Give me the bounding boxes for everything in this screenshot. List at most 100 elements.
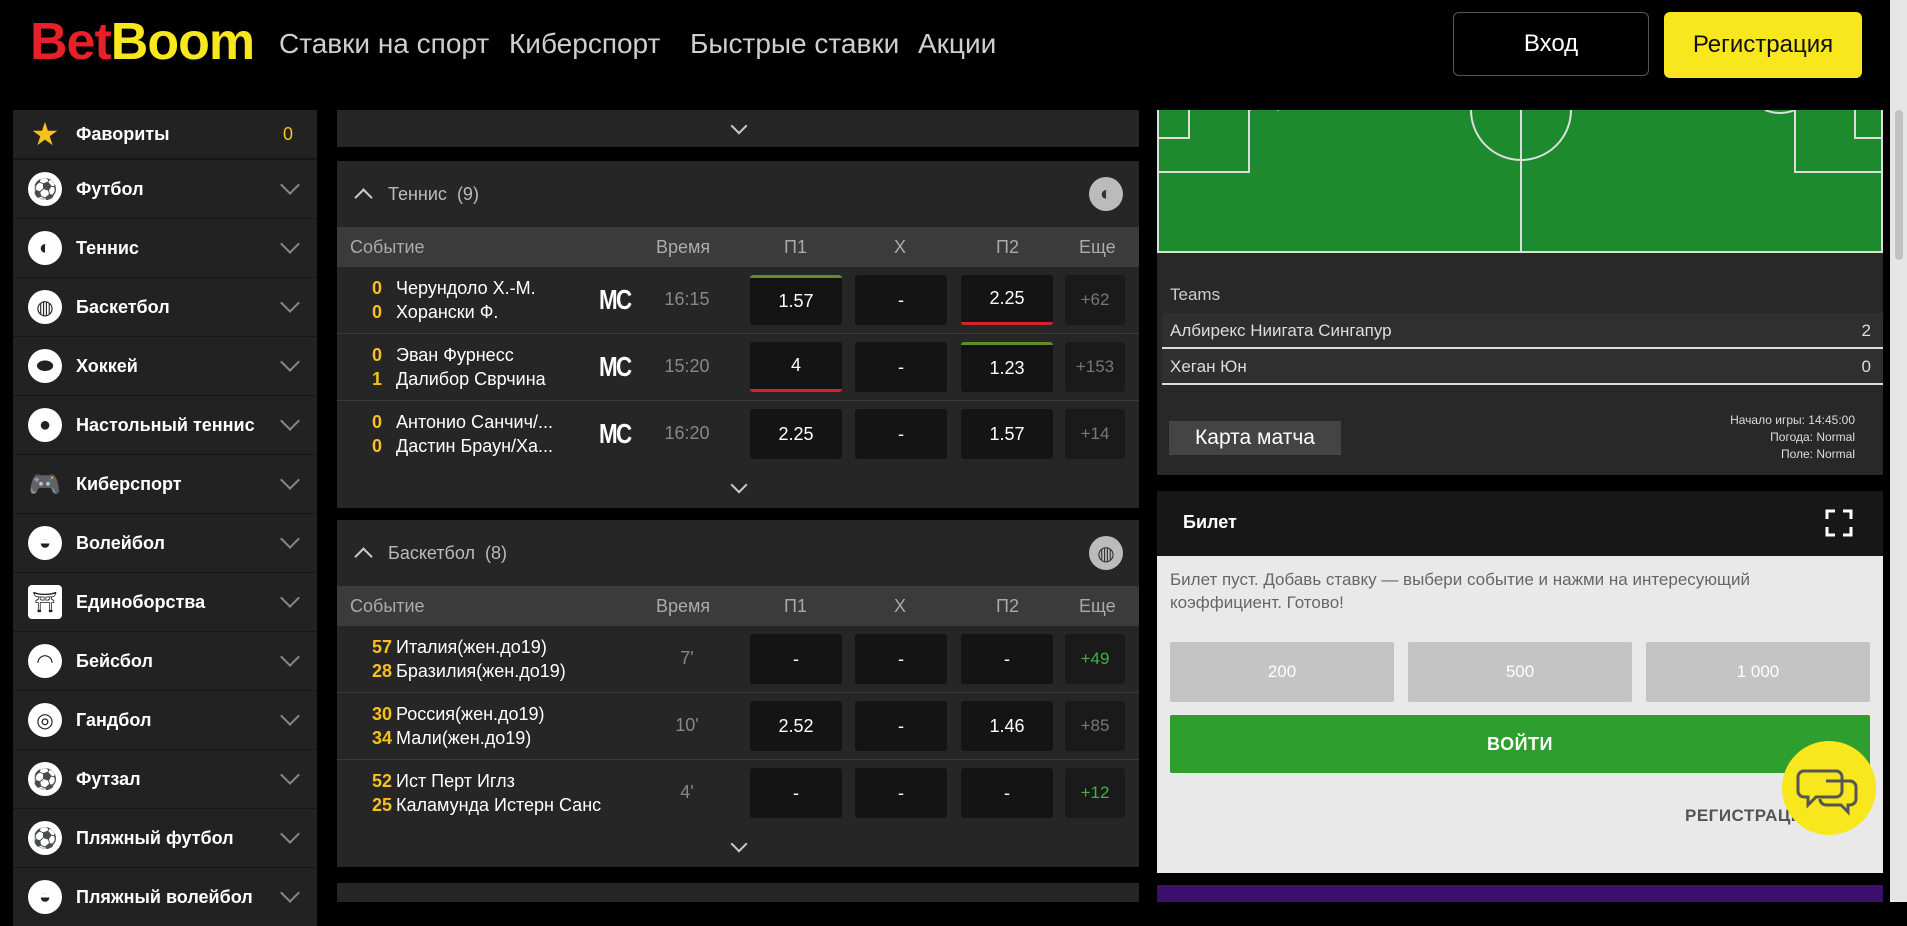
chevron-down-icon [280, 706, 300, 726]
amount-preset-button[interactable]: 200 [1170, 642, 1394, 702]
beach-volleyball-icon: ◒ [28, 880, 62, 914]
sidebar-item-hockey[interactable]: ⬬ Хоккей [13, 337, 317, 395]
futsal-ball-icon: ⚽ [28, 762, 62, 796]
odd-p2[interactable]: 1.46 [961, 701, 1053, 751]
collapse-caret-icon[interactable] [354, 546, 373, 566]
table-row[interactable]: 57 28 Италия(жен.до19) Бразилия(жен.до19… [337, 626, 1139, 693]
amount-preset-button[interactable]: 500 [1408, 642, 1632, 702]
previous-section-footer [337, 110, 1139, 147]
odd-p2[interactable]: 2.25 [961, 275, 1053, 325]
more-markets[interactable]: +85 [1065, 701, 1125, 751]
team-home[interactable]: Ист Перт Иглз [396, 771, 626, 792]
match-map-button[interactable]: Карта матча [1169, 421, 1341, 455]
sidebar-item-basketball[interactable]: ◍ Баскетбол [13, 278, 317, 336]
odd-x[interactable]: - [855, 409, 947, 459]
promo-banner[interactable] [1157, 885, 1883, 902]
more-markets[interactable]: +49 [1065, 634, 1125, 684]
sidebar-item-esports[interactable]: 🎮 Киберспорт [13, 455, 317, 513]
amount-preset-button[interactable]: 1 000 [1646, 642, 1870, 702]
more-markets[interactable]: +153 [1065, 342, 1125, 392]
sidebar-item-label: Бейсбол [76, 650, 153, 671]
odd-x[interactable]: - [855, 768, 947, 818]
gamepad-icon: 🎮 [28, 468, 62, 499]
odd-p2[interactable]: 1.23 [961, 342, 1053, 392]
sidebar-item-favorites[interactable]: ★ Фавориты 0 [13, 110, 317, 158]
team-home[interactable]: Черундоло Х.-М. [396, 278, 596, 299]
betboom-logo[interactable]: BetBoom [30, 12, 255, 72]
odd-p2[interactable]: - [961, 768, 1053, 818]
nav-esports[interactable]: Киберспорт [509, 28, 660, 60]
odd-p1[interactable]: 4 [750, 342, 842, 392]
login-submit-button[interactable]: ВОЙТИ [1170, 715, 1870, 773]
table-row[interactable]: 30 34 Россия(жен.до19) Мали(жен.до19) 10… [337, 693, 1139, 760]
odd-x[interactable]: - [855, 701, 947, 751]
score-away: 0 [372, 302, 383, 322]
more-markets[interactable]: +62 [1065, 275, 1125, 325]
sidebar-item-label: Настольный теннис [76, 414, 255, 435]
sidebar-item-futsal[interactable]: ⚽ Футзал [13, 750, 317, 808]
odd-p1[interactable]: 1.57 [750, 275, 842, 325]
show-more-chevron-icon[interactable] [730, 835, 748, 853]
sidebar-item-beach-volleyball[interactable]: ◒ Пляжный волейбол [13, 868, 317, 926]
nav-sports-betting[interactable]: Ставки на спорт [279, 28, 489, 60]
expand-icon[interactable] [1825, 509, 1853, 537]
beach-soccer-icon: ⚽ [28, 821, 62, 855]
register-button[interactable]: Регистрация [1664, 12, 1862, 78]
nav-fast-bets[interactable]: Быстрые ставки [690, 28, 899, 60]
team-home[interactable]: Россия(жен.до19) [396, 704, 596, 725]
teams-header: Teams [1170, 285, 1221, 304]
login-button[interactable]: Вход [1453, 12, 1649, 76]
collapse-caret-icon[interactable] [354, 187, 373, 207]
table-row[interactable]: 0 0 Антонио Санчич/... Дастин Браун/Ха..… [337, 401, 1139, 468]
expand-chevron-icon[interactable] [730, 117, 748, 135]
team-score: 2 [1861, 321, 1871, 340]
odd-p2[interactable]: - [961, 634, 1053, 684]
team-away[interactable]: Мали(жен.до19) [396, 728, 596, 749]
section-header[interactable]: Баскетбол (8) ◍ [337, 520, 1139, 586]
team-home[interactable]: Италия(жен.до19) [396, 637, 596, 658]
team-away[interactable]: Бразилия(жен.до19) [396, 661, 596, 682]
sidebar-item-label: Фавориты [76, 123, 170, 144]
chevron-down-icon [280, 175, 300, 195]
team-home[interactable]: Эван Фурнесс [396, 345, 596, 366]
more-markets[interactable]: +12 [1065, 768, 1125, 818]
team-away[interactable]: Дастин Браун/Ха... [396, 436, 596, 457]
table-row[interactable]: 0 1 Эван Фурнесс Далибор Сврчина MC 15:2… [337, 334, 1139, 401]
chat-support-button[interactable] [1782, 741, 1876, 835]
sidebar-item-martial-arts[interactable]: ⛩ Единоборства [13, 573, 317, 631]
match-weather: Погода: Normal [1770, 430, 1855, 444]
team-away[interactable]: Далибор Сврчина [396, 369, 596, 390]
sidebar-item-tennis[interactable]: ◐ Теннис [13, 219, 317, 277]
odd-p1[interactable]: 2.52 [750, 701, 842, 751]
sidebar-item-label: Теннис [76, 237, 139, 258]
odd-p1[interactable]: - [750, 634, 842, 684]
col-time: Время [656, 596, 711, 616]
sidebar-item-table-tennis[interactable]: ● Настольный теннис [13, 396, 317, 454]
tennis-ball-icon: ◐ [1089, 177, 1123, 211]
team-away[interactable]: Хорански Ф. [396, 302, 596, 323]
more-markets[interactable]: +14 [1065, 409, 1125, 459]
sidebar-item-beach-soccer[interactable]: ⚽ Пляжный футбол [13, 809, 317, 867]
show-more-chevron-icon[interactable] [730, 476, 748, 494]
scrollbar-thumb[interactable] [1895, 110, 1903, 260]
team-away[interactable]: Каламунда Истерн Санс [396, 795, 626, 816]
basketball-section: Баскетбол (8) ◍ Событие Время П1 Х П2 Ещ… [337, 520, 1139, 867]
team-home[interactable]: Антонио Санчич/... [396, 412, 596, 433]
odd-p2[interactable]: 1.57 [961, 409, 1053, 459]
match-time: 10' [675, 715, 699, 735]
section-header[interactable]: Теннис (9) ◐ [337, 161, 1139, 227]
odd-x[interactable]: - [855, 634, 947, 684]
table-row[interactable]: 0 0 Черундоло Х.-М. Хорански Ф. MC 16:15… [337, 267, 1139, 334]
table-row[interactable]: 52 25 Ист Перт Иглз Каламунда Истерн Сан… [337, 760, 1139, 827]
col-more: Еще [1079, 237, 1116, 257]
odd-p1[interactable]: 2.25 [750, 409, 842, 459]
tennis-section: Теннис (9) ◐ Событие Время П1 Х П2 Еще 0… [337, 161, 1139, 508]
odd-x[interactable]: - [855, 342, 947, 392]
nav-promotions[interactable]: Акции [918, 28, 996, 60]
odd-x[interactable]: - [855, 275, 947, 325]
sidebar-item-handball[interactable]: ◎ Гандбол [13, 691, 317, 749]
odd-p1[interactable]: - [750, 768, 842, 818]
sidebar-item-volleyball[interactable]: ◒ Волейбол [13, 514, 317, 572]
sidebar-item-football[interactable]: ⚽ Футбол [13, 160, 317, 218]
sidebar-item-baseball[interactable]: ◠ Бейсбол [13, 632, 317, 690]
